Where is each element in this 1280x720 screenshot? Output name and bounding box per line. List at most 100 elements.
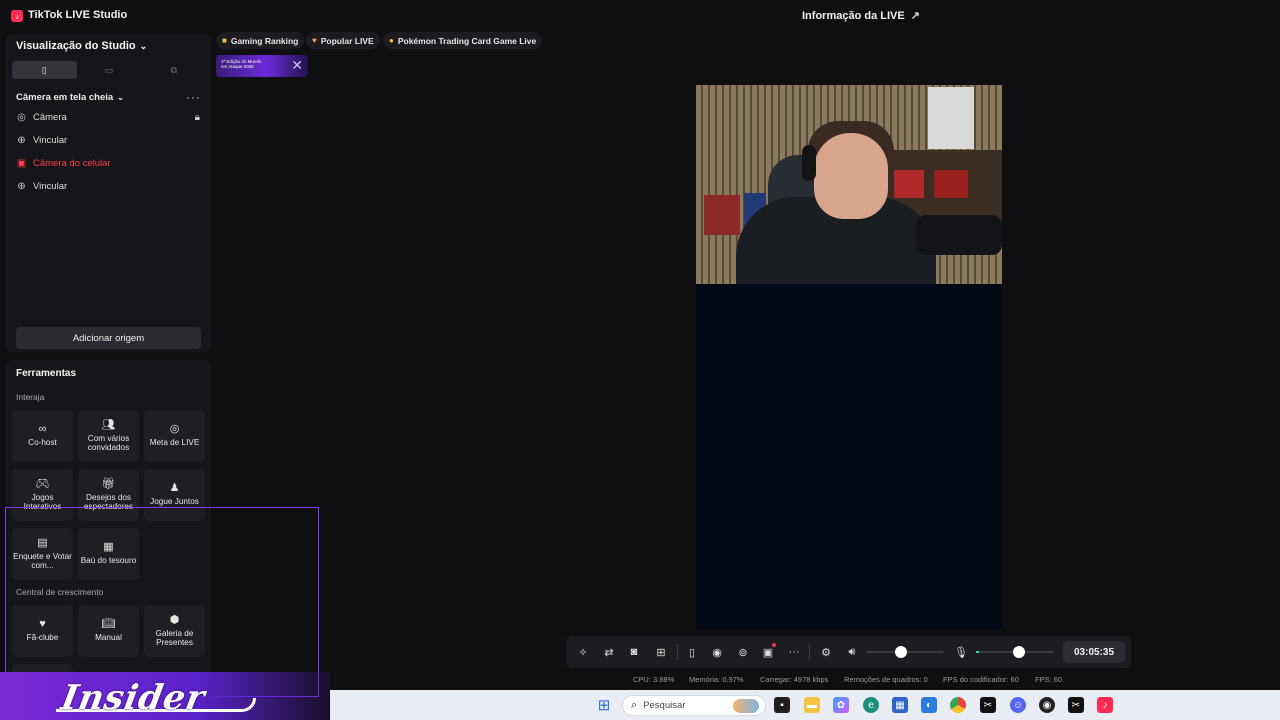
pokemon-icon: ● <box>389 36 394 45</box>
live-info-label: Informação da LIVE <box>802 9 905 22</box>
windows-start-icon[interactable]: ⊞ <box>596 697 612 714</box>
source-label: Vincular <box>33 135 68 146</box>
copilot-icon[interactable]: ✿ <box>833 697 849 713</box>
tool-multi-guest[interactable]: 👥︎ Com vários convidados <box>78 410 139 462</box>
globe-icon: ⊕ <box>17 135 26 146</box>
tool-label: Com vários convidados <box>87 433 130 453</box>
banner-text: 1ª Edição do Mundo em Ataque 2026 <box>221 59 262 69</box>
live-info-button[interactable]: Informação da LIVE ↗ <box>802 9 920 23</box>
store-icon[interactable]: ▦ <box>892 697 908 713</box>
settings-sliders-icon[interactable]: ⚙ <box>819 645 833 659</box>
toolbar-divider <box>809 644 810 660</box>
camera-feed <box>696 85 1002 284</box>
photos-icon[interactable]: ◐ <box>921 697 937 713</box>
studio-view-panel: Visualização do Studio ⌄ ▯ ▭ ⧉ Câmera em… <box>6 34 211 352</box>
taskbar-search[interactable]: ⌕ Pesquisar <box>622 695 766 716</box>
chrome-icon[interactable] <box>950 697 966 713</box>
microphone-icon[interactable]: 🎙︎ <box>954 645 968 659</box>
upload-status: Carregar: 4978 kbps <box>760 675 829 684</box>
add-media-icon[interactable]: ⊞ <box>654 645 668 659</box>
pill-pokemon-tcg[interactable]: ● Pokémon Trading Card Game Live <box>383 32 543 49</box>
live-preview[interactable] <box>696 85 1002 629</box>
tool-live-goal[interactable]: ◎ Meta de LIVE <box>144 410 205 462</box>
users-icon: 👥︎ <box>101 418 116 431</box>
source-label: Vincular <box>33 181 68 192</box>
pill-label: Gaming Ranking <box>230 35 299 46</box>
event-banner[interactable]: 1ª Edição do Mundo em Ataque 2026 ✕ <box>216 55 308 77</box>
more-options-icon[interactable]: ··· <box>186 90 201 104</box>
cpu-status: CPU: 3.88% <box>633 675 675 684</box>
search-placeholder: Pesquisar <box>643 700 686 711</box>
target-icon: ◎ <box>169 423 180 436</box>
chevron-down-icon: ⌄ <box>139 40 148 51</box>
landscape-mode-tab[interactable]: ▭ <box>77 61 142 79</box>
file-explorer-icon[interactable]: ▬ <box>804 697 820 713</box>
portrait-mode-tab[interactable]: ▯ <box>12 61 77 79</box>
dual-layout-icon: ⧉ <box>170 64 177 75</box>
live-control-toolbar: ✧ ⇄ ◙ ⊞ ▯ ◉ ⊚ ▣ ··· ⚙ 🔊︎ 🎙︎ 03:05:35 <box>566 636 1131 668</box>
record-icon[interactable]: ◉ <box>710 645 724 659</box>
chair-arm-image <box>916 215 1002 255</box>
more-icon[interactable]: ··· <box>787 645 801 659</box>
share-icon: ↗ <box>910 10 920 22</box>
monitor-image <box>928 87 974 149</box>
person-head <box>814 133 888 219</box>
capcut-icon[interactable]: ✂ <box>980 697 996 713</box>
source-item-link-2[interactable]: ⊕ Vincular <box>16 181 67 192</box>
task-view-icon[interactable]: ▪ <box>774 697 790 713</box>
studio-view-dropdown[interactable]: Visualização do Studio ⌄ <box>16 40 147 52</box>
trophy-icon: ■ <box>222 36 227 45</box>
chevron-down-icon: ⌄ <box>117 93 124 102</box>
overlay-frame <box>5 507 319 697</box>
portrait-icon: ▯ <box>41 64 47 75</box>
box-image <box>894 170 924 198</box>
source-item-camera[interactable]: ◎ Câmera <box>16 112 67 123</box>
lock-icon[interactable]: 🔒︎ <box>195 112 200 123</box>
dropped-frames-status: Remoções de quadros: 0 <box>844 675 928 684</box>
speaker-icon[interactable]: 🔊︎ <box>845 645 859 659</box>
portrait-icon[interactable]: ▯ <box>685 645 699 659</box>
tool-label: Meta de LIVE <box>149 438 200 448</box>
volume-knob[interactable] <box>895 646 908 658</box>
camera-switch-icon[interactable]: ▣ <box>761 643 776 659</box>
search-icon: ⌕ <box>631 699 638 711</box>
tools-title: Ferramentas <box>16 368 77 379</box>
magic-effects-icon[interactable]: ✧ <box>576 645 590 659</box>
discord-icon[interactable]: ☺ <box>1010 697 1026 713</box>
scene-label: Câmera em tela cheia <box>16 92 114 103</box>
gift-icon: 🎁︎ <box>101 477 116 490</box>
logo-text: Insider <box>58 678 209 718</box>
fps-status: FPS: 60 <box>1035 675 1063 684</box>
source-item-phone-camera[interactable]: ▣ Câmera do celular <box>16 158 111 169</box>
gamepad-icon: 🎮︎ <box>35 477 50 490</box>
scene-dropdown[interactable]: Câmera em tela cheia ⌄ <box>16 92 124 103</box>
tool-label: Jogue Juntos <box>150 497 199 507</box>
section-interact: Interaja <box>16 392 45 402</box>
capcut-2-icon[interactable]: ✂ <box>1068 697 1084 713</box>
link-icon: ∞ <box>38 423 47 436</box>
swap-source-icon[interactable]: ⇄ <box>602 645 616 659</box>
tool-cohost[interactable]: ∞ Co-host <box>12 410 73 462</box>
pill-popular-live[interactable]: ♥ Popular LIVE <box>306 32 380 49</box>
mic-level-meter <box>976 651 979 653</box>
mic-knob[interactable] <box>1012 646 1025 658</box>
edge-icon[interactable]: e <box>863 697 879 713</box>
globe-icon: ⊕ <box>17 181 26 192</box>
pill-label: Pokémon Trading Card Game Live <box>397 35 537 46</box>
source-item-link[interactable]: ⊕ Vincular <box>16 135 67 146</box>
add-source-button[interactable]: Adicionar origem <box>16 327 201 349</box>
windows-taskbar: ⊞ ⌕ Pesquisar ▪ ▬ ✿ e ▦ ◐ ✂ ☺ ◉ ✂ ♪ <box>330 690 1280 720</box>
tiktok-live-icon[interactable]: ♪ <box>1097 697 1113 713</box>
tool-label: Co-host <box>28 438 57 448</box>
phone-camera-icon: ▣ <box>16 158 27 169</box>
live-studio-window: ♪ TikTok LIVE Studio Informação da LIVE … <box>0 0 1280 720</box>
pill-gaming-ranking[interactable]: ■ Gaming Ranking <box>216 32 305 49</box>
insider-logo: Insider <box>0 672 330 720</box>
player-icon: ♟ <box>169 482 180 495</box>
dual-mode-tab[interactable]: ⧉ <box>141 61 206 79</box>
capture-icon[interactable]: ⊚ <box>736 645 750 659</box>
title-bar: ♪ TikTok LIVE Studio Informação da LIVE … <box>0 0 1280 32</box>
obs-icon[interactable]: ◉ <box>1039 697 1055 713</box>
camera-icon: ◎ <box>17 112 26 123</box>
screenshot-icon[interactable]: ◙ <box>627 645 641 659</box>
